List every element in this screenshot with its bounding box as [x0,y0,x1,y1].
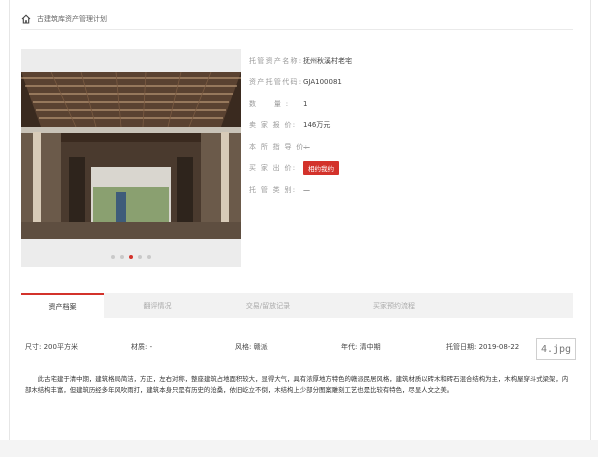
attribute-item: 材质: - [131,343,153,351]
bid-button[interactable]: 相约我约 [303,161,339,176]
carousel-dot[interactable] [147,255,151,259]
carousel-dot[interactable] [111,255,115,259]
info-value: GJA100081 [303,78,342,87]
info-row: 托 管 类 别: — [249,179,352,201]
info-label: 卖 家 报 价: [249,121,297,130]
attribute-item: 托管日期: 2019-08-22 [446,343,520,351]
info-row: 卖 家 报 价: 146万元 [249,115,352,137]
divider [21,29,573,30]
asset-info: 托管资产名称: 抚州秋溪村老宅 资产托管代码: GJA100081 数 量 :1卖 家 … [249,50,352,201]
info-row: 资产托管代码: GJA100081 [249,72,352,94]
info-label: 托管资产名称: [249,56,303,65]
old-house-interior-photo [21,72,241,239]
info-row: 本 所 指 导 价: — [249,136,352,158]
tab-2[interactable]: 交易/留放记录 [211,293,325,318]
breadcrumb-text[interactable]: 古建筑库资产管理计划 [37,14,107,24]
attribute-item: 尺寸: 200平方米 [25,343,78,351]
info-label: 托 管 类 别: [249,185,297,194]
tab-bar: 资产档案 翻评情况 交易/留放记录 买家预约流程 [21,293,573,318]
tab-1[interactable]: 翻评情况 [104,293,211,318]
carousel-dots [21,255,241,259]
asset-photo-carousel[interactable] [21,49,241,267]
info-label: 数 量 : [249,99,290,108]
info-row: 买 家 出 价: 相约我约 [249,158,352,180]
info-label: 本 所 指 导 价: [249,142,309,151]
tab-0[interactable]: 资产档案 [21,293,104,318]
info-value: — [303,185,310,194]
info-value: 抚州秋溪村老宅 [303,56,352,65]
tab-3[interactable]: 买家预约流程 [325,293,463,318]
bottom-shade [0,440,598,457]
attribute-item: 年代: 清中期 [341,343,381,351]
info-label: 买 家 出 价: [249,164,297,173]
image-filename-stamp: 4.jpg [536,338,576,360]
info-value: — [303,142,310,151]
attribute-item: 风格: 赣派 [235,343,268,351]
carousel-dot[interactable] [129,255,133,259]
breadcrumb: 古建筑库资产管理计划 [21,10,107,28]
carousel-dot[interactable] [138,255,142,259]
info-row: 托管资产名称: 抚州秋溪村老宅 [249,50,352,72]
info-value: 146万元 [303,121,331,130]
home-icon[interactable] [21,14,31,24]
info-row: 数 量 : 1 [249,93,352,115]
info-value: 1 [303,99,308,108]
asset-description: 此古宅建于清中期，建筑格局简洁，方正，左右对称，整座建筑占地面积较大，显得大气，… [25,375,569,394]
carousel-dot[interactable] [120,255,124,259]
info-label: 资产托管代码: [249,78,303,87]
